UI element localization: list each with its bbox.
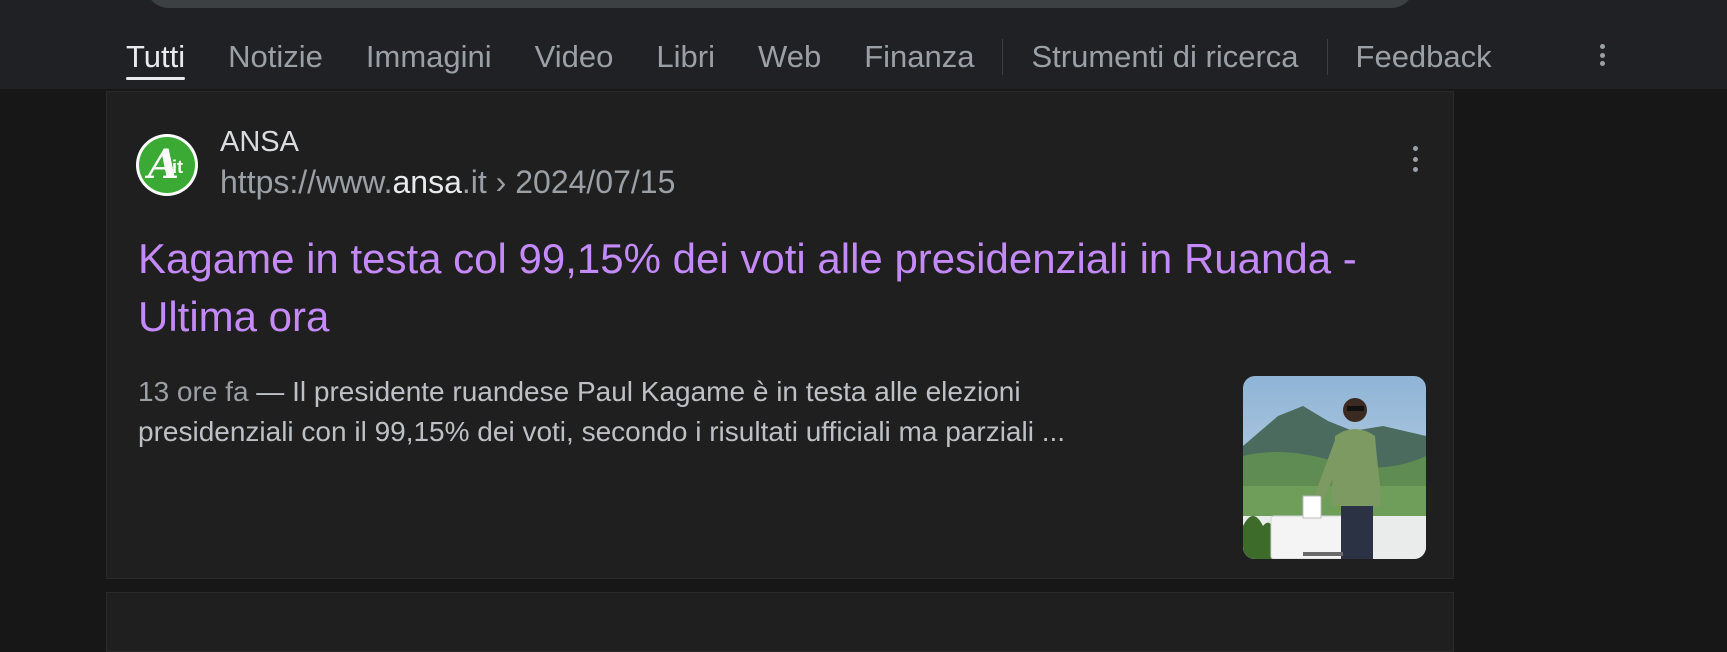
snippet-separator: —: [248, 376, 293, 407]
site-url[interactable]: https://www.ansa.it › 2024/07/15: [220, 162, 675, 202]
search-tabs: Tutti Notizie Immagini Video Libri Web F…: [126, 36, 1535, 80]
tab-libri[interactable]: Libri: [656, 36, 715, 78]
tab-divider: [1326, 39, 1328, 75]
favicon-suffix: it: [172, 157, 183, 177]
tab-notizie[interactable]: Notizie: [228, 36, 323, 78]
search-tools-button[interactable]: Strumenti di ricerca: [1031, 36, 1298, 78]
tab-tutti[interactable]: Tutti: [126, 36, 186, 80]
result-menu-icon[interactable]: [1409, 146, 1421, 172]
result-snippet: 13 ore fa — Il presidente ruandese Paul …: [138, 372, 1158, 452]
tab-divider: [1002, 39, 1004, 75]
tab-web[interactable]: Web: [758, 36, 821, 78]
tab-video[interactable]: Video: [535, 36, 614, 78]
url-prefix: https://www.: [220, 164, 393, 200]
tab-finanza[interactable]: Finanza: [864, 36, 974, 78]
site-name[interactable]: ANSA: [220, 125, 299, 159]
search-header: Tutti Notizie Immagini Video Libri Web F…: [0, 0, 1727, 89]
search-result: A it ANSA https://www.ansa.it › 2024/07/…: [106, 91, 1454, 579]
tab-immagini[interactable]: Immagini: [366, 36, 492, 78]
next-search-result: [106, 592, 1454, 652]
ansa-favicon-icon[interactable]: A it: [136, 134, 198, 196]
result-thumbnail[interactable]: [1243, 376, 1426, 559]
result-title-link[interactable]: Kagame in testa col 99,15% dei voti alle…: [138, 230, 1428, 346]
result-date: 13 ore fa: [138, 376, 249, 407]
search-box[interactable]: [145, 0, 1415, 8]
feedback-button[interactable]: Feedback: [1356, 36, 1492, 78]
url-suffix: .it › 2024/07/15: [461, 164, 676, 200]
thumbnail-image: [1243, 376, 1426, 559]
more-vert-icon[interactable]: [1594, 40, 1610, 70]
url-domain: ansa: [392, 164, 462, 200]
